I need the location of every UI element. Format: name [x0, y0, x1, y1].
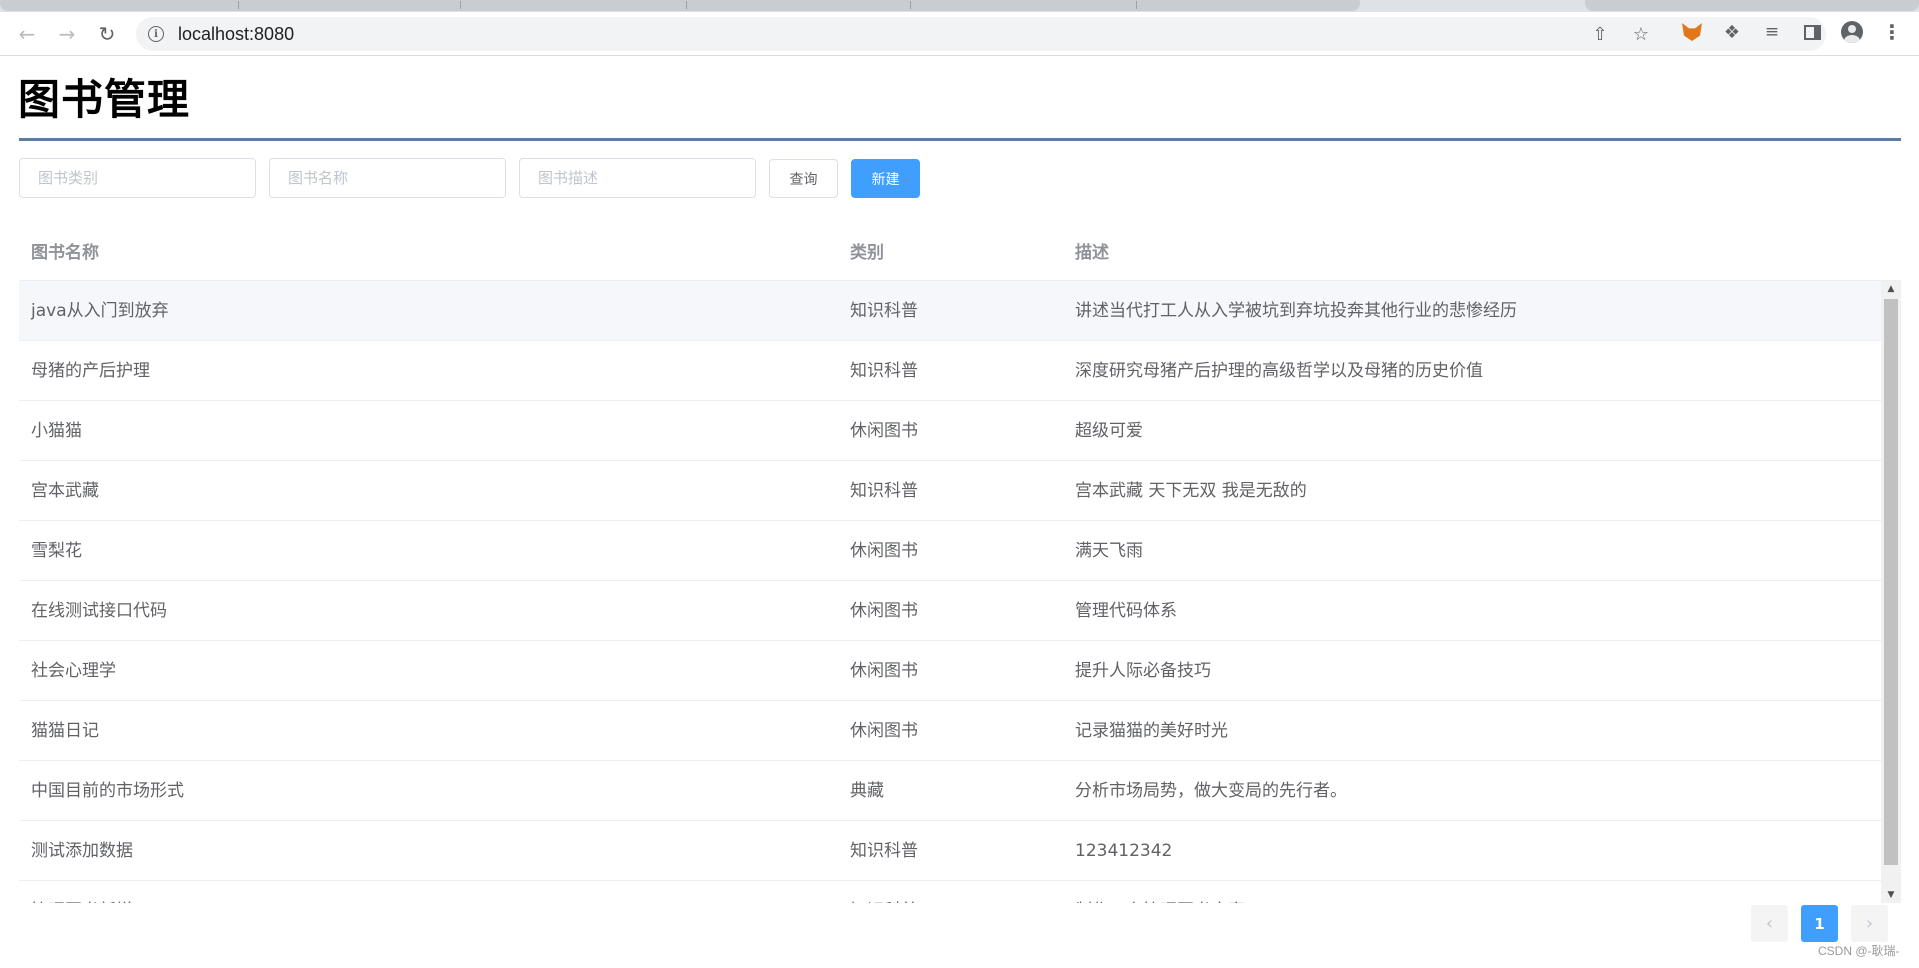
cell-category: 知识科普	[850, 361, 918, 381]
cell-description: 制作一套管理图书方案	[1075, 881, 1245, 903]
star-icon[interactable]: ☆	[1631, 24, 1651, 45]
table-row[interactable]: 中国目前的市场形式 典藏 分析市场局势，做大变局的先行者。	[19, 761, 1881, 821]
watermark: CSDN @-耿瑞-	[1818, 944, 1900, 958]
next-page-button[interactable]: ›	[1851, 905, 1888, 942]
address-url[interactable]: localhost:8080	[178, 17, 294, 51]
table-row[interactable]: 雪梨花 休闲图书 满天飞雨	[19, 521, 1881, 581]
tab-separator	[460, 1, 461, 9]
table-row[interactable]: 母猪的产后护理 知识科普 深度研究母猪产后护理的高级哲学以及母猪的历史价值	[19, 341, 1881, 401]
name-search-input[interactable]	[269, 158, 506, 198]
cell-book-name: 管理图书新增	[31, 881, 133, 903]
cell-book-name: 社会心理学	[31, 661, 116, 681]
tab-separator	[1136, 1, 1137, 9]
cell-book-name: 宫本武藏	[31, 481, 99, 501]
tab-separator	[910, 1, 911, 9]
table-scrollbar[interactable]: ▲ ▼	[1881, 281, 1901, 903]
browser-tab[interactable]	[0, 0, 1360, 11]
create-button[interactable]: 新建	[851, 159, 920, 198]
cell-book-name: 在线测试接口代码	[31, 601, 167, 621]
puzzle-icon[interactable]: ❖	[1719, 19, 1745, 45]
browser-toolbar: ← → ↻ i localhost:8080 ⇧ ☆ ❖ ≡ ⋮	[0, 12, 1919, 56]
scrollbar-thumb[interactable]	[1884, 299, 1898, 865]
share-icon[interactable]: ⇧	[1590, 24, 1610, 45]
cell-book-name: 猫猫日记	[31, 721, 99, 741]
cell-description: 宫本武藏 天下无双 我是无敌的	[1075, 481, 1307, 501]
cell-category: 休闲图书	[850, 421, 918, 441]
tab-separator	[238, 1, 239, 9]
tab-separator	[686, 1, 687, 9]
cell-category: 知识科普	[850, 881, 918, 903]
cell-book-name: 中国目前的市场形式	[31, 781, 184, 801]
header-book-name[interactable]: 图书名称	[31, 225, 99, 281]
fox-extension-icon[interactable]	[1679, 19, 1705, 45]
cell-description: 分析市场局势，做大变局的先行者。	[1075, 781, 1347, 801]
table-row[interactable]: 小猫猫 休闲图书 超级可爱	[19, 401, 1881, 461]
cell-category: 知识科普	[850, 841, 918, 861]
cell-description: 超级可爱	[1075, 421, 1143, 441]
profile-avatar-icon[interactable]	[1839, 19, 1865, 45]
cell-category: 休闲图书	[850, 601, 918, 621]
cell-description: 管理代码体系	[1075, 601, 1177, 621]
cell-description: 123412342	[1075, 841, 1173, 861]
cell-category: 知识科普	[850, 481, 918, 501]
cell-description: 深度研究母猪产后护理的高级哲学以及母猪的历史价值	[1075, 361, 1483, 381]
table-row[interactable]: 社会心理学 休闲图书 提升人际必备技巧	[19, 641, 1881, 701]
cell-book-name: 测试添加数据	[31, 841, 133, 861]
table-row[interactable]: 测试添加数据 知识科普 123412342	[19, 821, 1881, 881]
browser-tab[interactable]	[1585, 0, 1919, 11]
cell-book-name: 雪梨花	[31, 541, 82, 561]
scroll-down-arrow-icon[interactable]: ▼	[1881, 887, 1901, 903]
query-button[interactable]: 查询	[769, 159, 838, 198]
browser-tab-strip	[0, 0, 1919, 12]
cell-book-name: java从入门到放弃	[31, 301, 169, 321]
forward-button[interactable]: →	[54, 21, 80, 47]
table-header: 图书名称 类别 描述	[19, 225, 1901, 281]
table-row[interactable]: java从入门到放弃 知识科普 讲述当代打工人从入学被坑到弃坑投奔其他行业的悲惨…	[19, 281, 1881, 341]
cell-description: 讲述当代打工人从入学被坑到弃坑投奔其他行业的悲惨经历	[1075, 301, 1517, 321]
table-body: java从入门到放弃 知识科普 讲述当代打工人从入学被坑到弃坑投奔其他行业的悲惨…	[19, 281, 1881, 903]
cell-category: 典藏	[850, 781, 884, 801]
scroll-up-arrow-icon[interactable]: ▲	[1881, 281, 1901, 297]
arrow-left-icon: ←	[18, 22, 36, 46]
page-number-1[interactable]: 1	[1801, 905, 1838, 942]
cell-category: 休闲图书	[850, 541, 918, 561]
prev-page-button[interactable]: ‹	[1751, 905, 1788, 942]
back-button[interactable]: ←	[14, 21, 40, 47]
header-category[interactable]: 类别	[850, 225, 884, 281]
side-panel-icon[interactable]	[1799, 19, 1825, 45]
books-table: 图书名称 类别 描述 java从入门到放弃 知识科普 讲述当代打工人从入学被坑到…	[19, 225, 1901, 903]
table-row[interactable]: 宫本武藏 知识科普 宫本武藏 天下无双 我是无敌的	[19, 461, 1881, 521]
kebab-menu-icon[interactable]: ⋮	[1879, 19, 1905, 45]
address-bar[interactable]: i localhost:8080 ⇧ ☆	[136, 17, 1826, 51]
cell-description: 满天飞雨	[1075, 541, 1143, 561]
cell-category: 休闲图书	[850, 661, 918, 681]
cell-description: 记录猫猫的美好时光	[1075, 721, 1228, 741]
cell-description: 提升人际必备技巧	[1075, 661, 1211, 681]
cell-category: 知识科普	[850, 301, 918, 321]
page-title: 图书管理	[18, 75, 191, 124]
media-queue-icon[interactable]: ≡	[1759, 19, 1785, 45]
arrow-right-icon: →	[58, 22, 76, 46]
header-description[interactable]: 描述	[1075, 225, 1109, 281]
table-row[interactable]: 在线测试接口代码 休闲图书 管理代码体系	[19, 581, 1881, 641]
description-search-input[interactable]	[519, 158, 756, 198]
title-divider	[19, 138, 1901, 141]
cell-category: 休闲图书	[850, 721, 918, 741]
table-row[interactable]: 管理图书新增 知识科普 制作一套管理图书方案	[19, 881, 1881, 903]
cell-book-name: 小猫猫	[31, 421, 82, 441]
category-search-input[interactable]	[19, 158, 256, 198]
reload-button[interactable]: ↻	[94, 21, 120, 47]
site-info-icon[interactable]: i	[148, 26, 164, 42]
reload-icon: ↻	[98, 22, 116, 46]
table-row[interactable]: 猫猫日记 休闲图书 记录猫猫的美好时光	[19, 701, 1881, 761]
cell-book-name: 母猪的产后护理	[31, 361, 150, 381]
